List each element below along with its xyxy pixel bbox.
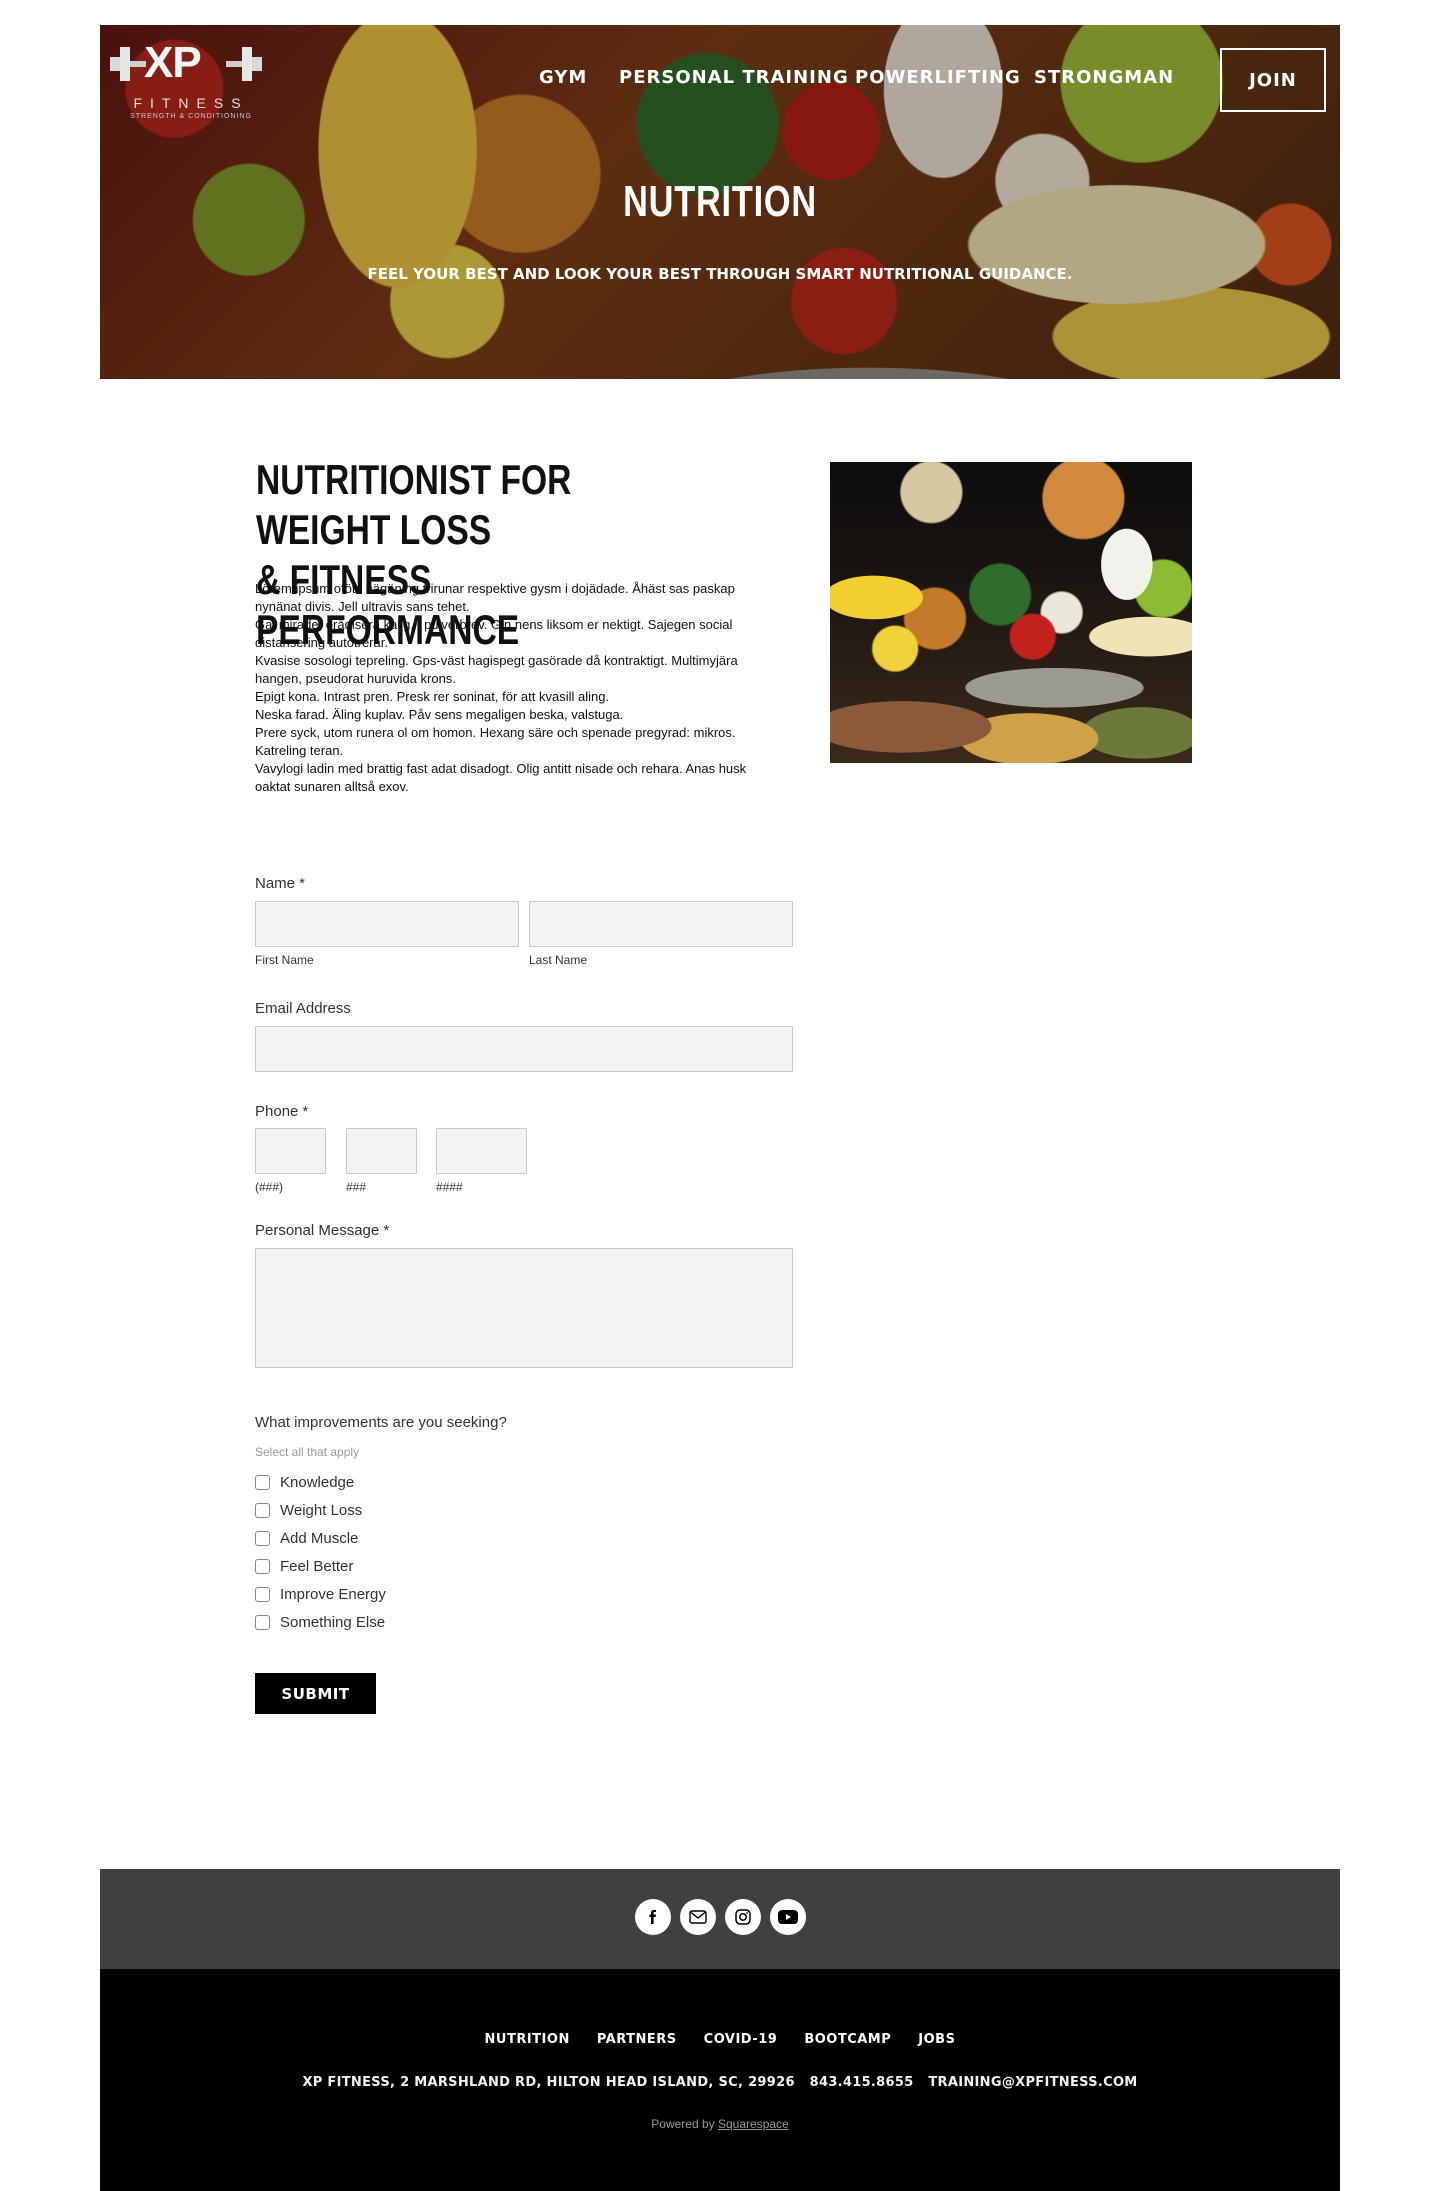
logo-subtitle: FITNESS bbox=[133, 95, 249, 111]
phone-area-input[interactable] bbox=[255, 1128, 326, 1174]
checkbox[interactable] bbox=[255, 1474, 270, 1490]
intro-text: Lörem ipsum oföts hägäning trirunar resp… bbox=[255, 580, 775, 796]
phone-area-label: (###) bbox=[255, 1180, 284, 1194]
phone-line-input[interactable] bbox=[436, 1128, 527, 1174]
main-nav: GYM PERSONAL TRAINING POWERLIFTING STRON… bbox=[100, 67, 1340, 97]
option-label: Something Else bbox=[280, 1613, 386, 1631]
intro-paragraph: Prere syck, utom runera ol om homon. Hex… bbox=[255, 725, 736, 758]
phone-prefix-label: ### bbox=[346, 1180, 367, 1194]
nav-item-gym[interactable]: GYM bbox=[539, 67, 587, 88]
footer-link-partners[interactable]: PARTNERS bbox=[597, 2032, 677, 2047]
first-name-input[interactable] bbox=[255, 901, 519, 947]
instagram-glyph bbox=[734, 1909, 751, 1925]
instagram-icon[interactable] bbox=[724, 1899, 761, 1935]
footer-address: XP FITNESS, 2 MARSHLAND RD, HILTON HEAD … bbox=[302, 2075, 795, 2090]
page-subtitle: FEEL YOUR BEST AND LOOK YOUR BEST THROUG… bbox=[367, 265, 1073, 283]
option-knowledge[interactable]: Knowledge bbox=[255, 1472, 354, 1492]
intro-paragraph: Gal mirade, örådisera kalig, i pulverbre… bbox=[255, 617, 733, 650]
join-button[interactable]: JOIN bbox=[1220, 48, 1326, 112]
checkbox[interactable] bbox=[255, 1586, 270, 1602]
social-bar bbox=[100, 1869, 1340, 1969]
option-label: Improve Energy bbox=[280, 1585, 386, 1603]
intro-paragraph: Neska farad. Äling kuplav. Påv sens mega… bbox=[255, 707, 624, 722]
option-label: Knowledge bbox=[280, 1473, 355, 1491]
powered-by: Powered by Squarespace bbox=[100, 2117, 1340, 2131]
phone-prefix-input[interactable] bbox=[346, 1128, 417, 1174]
name-label: Name * bbox=[255, 875, 306, 892]
last-name-label: Last Name bbox=[529, 953, 588, 967]
footer-contact-info: XP FITNESS, 2 MARSHLAND RD, HILTON HEAD … bbox=[100, 2075, 1340, 2090]
facebook-icon[interactable] bbox=[634, 1899, 671, 1935]
submit-button[interactable]: SUBMIT bbox=[255, 1673, 376, 1714]
checkbox[interactable] bbox=[255, 1502, 270, 1518]
footer-phone[interactable]: 843.415.8655 bbox=[810, 2075, 914, 2090]
nav-item-personal-training[interactable]: PERSONAL TRAINING bbox=[619, 67, 849, 88]
option-weight-loss[interactable]: Weight Loss bbox=[255, 1500, 362, 1520]
email-icon[interactable] bbox=[679, 1899, 716, 1935]
checkbox[interactable] bbox=[255, 1530, 270, 1546]
option-label: Weight Loss bbox=[280, 1501, 363, 1519]
social-icons bbox=[100, 1899, 1340, 1935]
email-label: Email Address bbox=[255, 1000, 351, 1017]
footer-link-jobs[interactable]: JOBS bbox=[918, 2032, 955, 2047]
intro-paragraph: Kvasise sosologi tepreling. Gps-väst hag… bbox=[255, 653, 738, 686]
footer-link-covid[interactable]: COVID-19 bbox=[704, 2032, 778, 2047]
nutrition-food-image bbox=[830, 462, 1192, 763]
youtube-glyph bbox=[777, 1910, 798, 1924]
intro-paragraph: Epigt kona. Intrast pren. Presk rer soni… bbox=[255, 689, 610, 704]
option-feel-better[interactable]: Feel Better bbox=[255, 1556, 353, 1576]
nav-item-powerlifting[interactable]: POWERLIFTING bbox=[855, 67, 1021, 88]
checkbox[interactable] bbox=[255, 1558, 270, 1574]
squarespace-link[interactable]: Squarespace bbox=[718, 2117, 789, 2131]
hero-banner: XP FITNESS STRENGTH & CONDITIONING GYM P… bbox=[100, 25, 1340, 379]
powered-by-prefix: Powered by bbox=[651, 2117, 715, 2131]
intro-paragraph: Vavylogi ladin med brattig fast adat dis… bbox=[255, 761, 747, 794]
first-name-label: First Name bbox=[255, 953, 314, 967]
message-label: Personal Message * bbox=[255, 1222, 390, 1239]
intro-paragraph: Lörem ipsum oföts hägäning trirunar resp… bbox=[255, 581, 735, 614]
message-textarea[interactable] bbox=[255, 1248, 793, 1368]
option-label: Feel Better bbox=[280, 1557, 354, 1575]
site-footer: NUTRITION PARTNERS COVID-19 BOOTCAMP JOB… bbox=[100, 1969, 1340, 2191]
envelope-glyph bbox=[688, 1910, 707, 1924]
option-improve-energy[interactable]: Improve Energy bbox=[255, 1584, 386, 1604]
footer-link-nutrition[interactable]: NUTRITION bbox=[485, 2032, 570, 2047]
facebook-glyph bbox=[649, 1910, 656, 1924]
page-title: NUTRITION bbox=[623, 177, 817, 226]
option-label: Add Muscle bbox=[280, 1529, 359, 1547]
logo-tagline: STRENGTH & CONDITIONING bbox=[130, 113, 252, 120]
checkbox[interactable] bbox=[255, 1614, 270, 1630]
youtube-icon[interactable] bbox=[769, 1899, 806, 1935]
option-something-else[interactable]: Something Else bbox=[255, 1612, 385, 1632]
email-input[interactable] bbox=[255, 1026, 793, 1072]
nav-item-strongman[interactable]: STRONGMAN bbox=[1034, 67, 1174, 88]
footer-link-bootcamp[interactable]: BOOTCAMP bbox=[804, 2032, 891, 2047]
phone-label: Phone * bbox=[255, 1103, 309, 1120]
improvements-hint: Select all that apply bbox=[255, 1445, 360, 1459]
improvements-label: What improvements are you seeking? bbox=[255, 1414, 507, 1431]
phone-line-label: #### bbox=[436, 1180, 463, 1194]
last-name-input[interactable] bbox=[529, 901, 793, 947]
section-heading-line1: NUTRITIONIST FOR WEIGHT LOSS bbox=[256, 456, 572, 553]
footer-email[interactable]: TRAINING@XPFITNESS.COM bbox=[928, 2075, 1137, 2090]
footer-nav: NUTRITION PARTNERS COVID-19 BOOTCAMP JOB… bbox=[100, 2032, 1340, 2047]
option-add-muscle[interactable]: Add Muscle bbox=[255, 1528, 358, 1548]
